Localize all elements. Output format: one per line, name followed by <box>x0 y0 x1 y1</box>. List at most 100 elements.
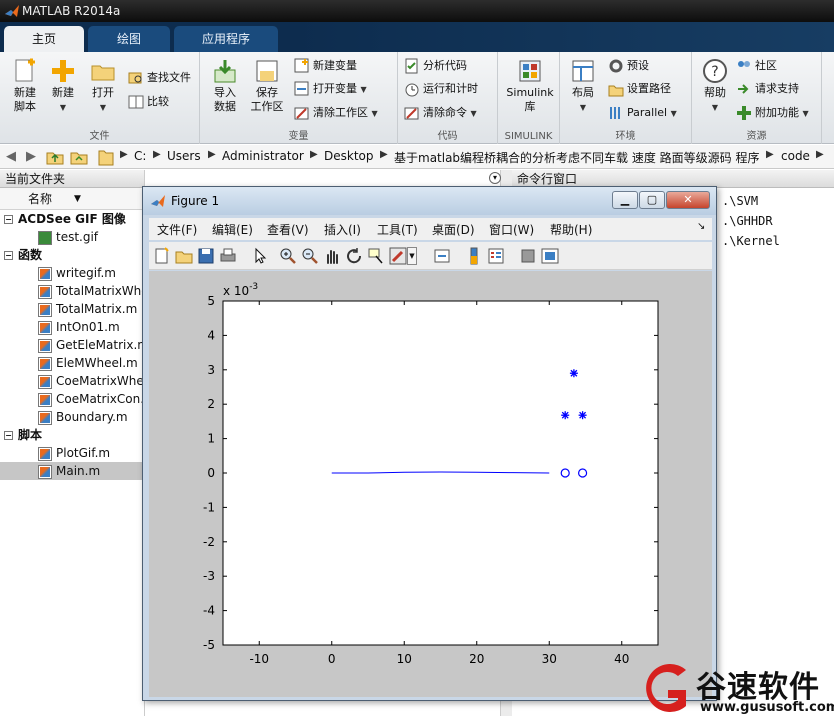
menu-insert[interactable]: 插入(I) <box>324 221 361 238</box>
print-icon[interactable] <box>219 247 237 265</box>
help-button[interactable]: ? 帮助 ▼ <box>692 56 738 115</box>
open-button[interactable]: 打开 ▼ <box>80 56 126 115</box>
crumb-code[interactable]: code <box>781 149 810 163</box>
menu-tools[interactable]: 工具(T) <box>377 221 418 238</box>
pan-icon[interactable] <box>323 247 341 265</box>
figure-plot-area[interactable]: -10 0 10 20 30 40 5 4 3 2 1 0 -1 -2 -3 -4 -5 x 10-3 <box>149 271 712 697</box>
open-file-icon[interactable] <box>175 247 193 265</box>
community-button[interactable]: 社区 <box>736 56 777 76</box>
show-plot-tools-icon[interactable] <box>541 247 559 265</box>
file-list-item[interactable]: Boundary.m <box>0 408 144 426</box>
minimize-button[interactable]: ▁ <box>612 191 638 209</box>
file-group-header[interactable]: − 脚本 <box>0 426 144 444</box>
file-group-header[interactable]: − 函数 <box>0 246 144 264</box>
tab-apps[interactable]: 应用程序 <box>174 26 278 52</box>
file-group-header[interactable]: − ACDSee GIF 图像 <box>0 210 144 228</box>
collapse-toggle-icon[interactable]: − <box>4 431 13 440</box>
current-folder-header: 当前文件夹 <box>0 170 144 188</box>
tab-plots[interactable]: 绘图 <box>88 26 170 52</box>
new-variable-button[interactable]: 新建变量 <box>294 56 357 76</box>
brush-icon[interactable] <box>389 247 407 265</box>
file-list-item[interactable]: TotalMatrixWheel.m <box>0 282 144 300</box>
crumb-desktop[interactable]: Desktop <box>324 149 374 163</box>
maximize-button[interactable]: ▢ <box>639 191 665 209</box>
file-list-item[interactable]: CoeMatrixCon.m <box>0 390 144 408</box>
help-dropdown-arrow[interactable]: ▼ <box>712 103 718 112</box>
clear-workspace-button[interactable]: 清除工作区 ▼ <box>294 103 378 123</box>
addons-button[interactable]: 附加功能 ▼ <box>736 103 809 123</box>
data-cursor-icon[interactable] <box>367 247 385 265</box>
tab-home[interactable]: 主页 <box>4 26 84 52</box>
menu-file[interactable]: 文件(F) <box>157 221 197 238</box>
menu-view[interactable]: 查看(V) <box>267 221 309 238</box>
save-workspace-button[interactable]: 保存 工作区 <box>244 56 290 114</box>
preferences-button[interactable]: 预设 <box>608 56 649 76</box>
file-list-item[interactable]: GetEleMatrix.m <box>0 336 144 354</box>
file-list-item[interactable]: writegif.m <box>0 264 144 282</box>
layout-button[interactable]: 布局 ▼ <box>560 56 606 115</box>
file-list-item[interactable]: IntOn01.m <box>0 318 144 336</box>
parallel-dropdown-arrow[interactable]: ▼ <box>671 109 677 118</box>
crumb-administrator[interactable]: Administrator <box>222 149 304 163</box>
addons-dropdown-arrow[interactable]: ▼ <box>803 109 809 118</box>
file-list-item[interactable]: EleMWheel.m <box>0 354 144 372</box>
layout-dropdown-arrow[interactable]: ▼ <box>580 103 586 112</box>
up-folder-icon[interactable] <box>46 148 64 166</box>
menu-edit[interactable]: 编辑(E) <box>212 221 253 238</box>
new-dropdown-arrow[interactable]: ▼ <box>60 103 66 112</box>
name-column-header[interactable]: 名称 ▼ <box>0 188 144 210</box>
zoom-in-icon[interactable] <box>279 247 297 265</box>
brush-dropdown-arrow-icon[interactable]: ▼ <box>407 247 417 265</box>
collapse-toggle-icon[interactable]: − <box>4 215 13 224</box>
forward-arrow-icon[interactable]: ▶ <box>22 148 40 166</box>
analyze-code-button[interactable]: 分析代码 <box>404 56 467 76</box>
pointer-icon[interactable] <box>251 247 269 265</box>
figure-titlebar[interactable]: Figure 1 ▁ ▢ ✕ <box>143 187 716 215</box>
collapse-toggle-icon[interactable]: − <box>4 251 13 260</box>
hide-plot-tools-icon[interactable] <box>519 247 537 265</box>
crumb-users[interactable]: Users <box>167 149 201 163</box>
simulink-library-button[interactable]: Simulink 库 <box>502 56 558 114</box>
back-arrow-icon[interactable]: ◀ <box>2 148 20 166</box>
file-list-item[interactable]: TotalMatrix.m <box>0 300 144 318</box>
close-button[interactable]: ✕ <box>666 191 710 209</box>
figure-window[interactable]: Figure 1 ▁ ▢ ✕ 文件(F) 编辑(E) 查看(V) 插入(I) 工… <box>142 186 717 701</box>
colorbar-icon[interactable] <box>465 247 483 265</box>
panel-collapse-icon[interactable]: ▾ <box>489 172 501 184</box>
crumb-project-folder[interactable]: 基于matlab编程桥耦合的分析考虑不同车载 速度 路面等级源码 程序 <box>394 149 760 166</box>
open-variable-dropdown-arrow[interactable]: ▼ <box>361 85 367 94</box>
clear-workspace-dropdown-arrow[interactable]: ▼ <box>372 109 378 118</box>
request-support-button[interactable]: 请求支持 <box>736 79 799 99</box>
link-icon[interactable] <box>433 247 451 265</box>
crumb-drive[interactable]: C: <box>134 149 146 163</box>
file-name: PlotGif.m <box>56 446 111 460</box>
parallel-button[interactable]: Parallel ▼ <box>608 103 677 123</box>
chart[interactable]: -10 0 10 20 30 40543210-1-2-3-4-5 x 10-3 <box>149 271 712 697</box>
import-data-button[interactable]: 导入 数据 <box>202 56 248 114</box>
menubar-dock-arrow-icon[interactable]: ↘ <box>697 221 705 232</box>
save-icon[interactable] <box>197 247 215 265</box>
clear-commands-button[interactable]: 清除命令 ▼ <box>404 103 477 123</box>
menu-help[interactable]: 帮助(H) <box>550 221 592 238</box>
menu-window[interactable]: 窗口(W) <box>489 221 534 238</box>
set-path-button[interactable]: 设置路径 <box>608 79 671 99</box>
new-figure-icon[interactable] <box>153 247 171 265</box>
run-and-time-button[interactable]: 运行和计时 <box>404 79 478 99</box>
sort-arrow-icon[interactable]: ▼ <box>74 188 81 210</box>
open-variable-button[interactable]: 打开变量 ▼ <box>294 79 367 99</box>
open-dropdown-arrow[interactable]: ▼ <box>100 103 106 112</box>
file-list-item[interactable]: Main.m <box>0 462 144 480</box>
file-list-item[interactable]: CoeMatrixWheel.m <box>0 372 144 390</box>
compare-button[interactable]: 比较 <box>128 92 169 112</box>
rotate-icon[interactable] <box>345 247 363 265</box>
legend-icon[interactable] <box>487 247 505 265</box>
file-list-item[interactable]: test.gif <box>0 228 144 246</box>
browse-folder-icon[interactable] <box>70 148 88 166</box>
axes-box[interactable] <box>222 300 659 646</box>
clear-commands-dropdown-arrow[interactable]: ▼ <box>471 109 477 118</box>
menu-desktop[interactable]: 桌面(D) <box>432 221 475 238</box>
community-icon <box>738 61 750 67</box>
file-list-item[interactable]: PlotGif.m <box>0 444 144 462</box>
zoom-out-icon[interactable] <box>301 247 319 265</box>
find-files-button[interactable]: 查找文件 <box>128 68 191 88</box>
